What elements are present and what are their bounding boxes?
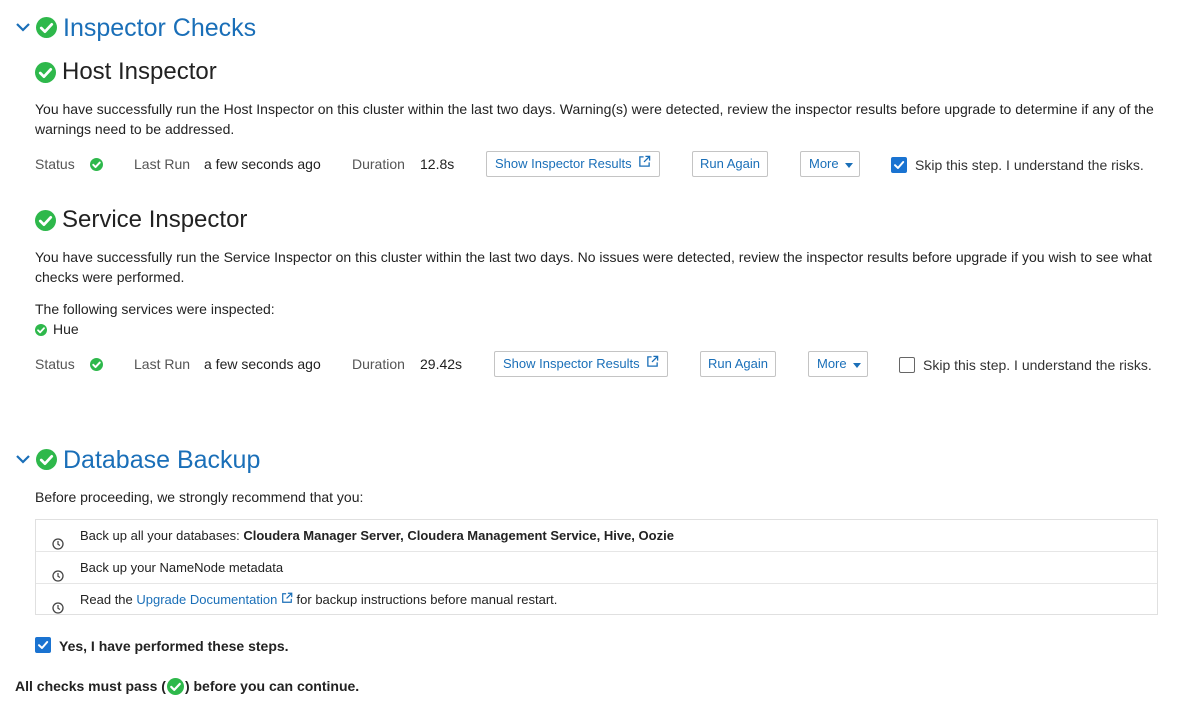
service-more-label: More xyxy=(817,356,847,371)
footer-message: All checks must pass ( ) before you can … xyxy=(15,676,359,696)
services-inspected-intro: The following services were inspected: xyxy=(35,301,275,317)
service-show-inspector-results-button[interactable]: Show Inspector Results xyxy=(494,351,668,377)
service-status-label: Status xyxy=(35,356,75,372)
service-last-run-label: Last Run xyxy=(134,356,191,372)
host-show-inspector-results-label: Show Inspector Results xyxy=(495,156,632,171)
backup-item-1-databases: Cloudera Manager Server, Cloudera Manage… xyxy=(243,528,674,543)
host-last-run-value: a few seconds ago xyxy=(204,156,321,172)
service-inspector-success-icon xyxy=(35,210,56,234)
host-status-success-icon xyxy=(90,158,103,174)
host-run-again-button[interactable]: Run Again xyxy=(692,151,768,177)
backup-confirm-checkbox[interactable] xyxy=(35,637,51,653)
service-show-inspector-results-label: Show Inspector Results xyxy=(503,356,640,371)
inspector-checks-success-icon xyxy=(36,17,57,41)
caret-down-icon xyxy=(852,351,861,377)
database-backup-success-icon xyxy=(36,449,57,473)
host-duration-value: 12.8s xyxy=(420,156,455,172)
host-last-run-label: Last Run xyxy=(134,156,191,172)
backup-recommendations-list: Back up all your databases: Cloudera Man… xyxy=(35,519,1158,615)
host-more-dropdown-button[interactable]: More xyxy=(800,151,860,177)
host-skip-step-checkbox[interactable] xyxy=(891,157,907,173)
service-run-again-button[interactable]: Run Again xyxy=(700,351,776,377)
database-backup-collapse-chevron-icon[interactable] xyxy=(15,451,31,470)
upgrade-documentation-link[interactable]: Upgrade Documentation xyxy=(136,592,293,607)
service-duration-label: Duration xyxy=(352,356,405,372)
host-more-label: More xyxy=(809,156,839,171)
service-skip-step-label[interactable]: Skip this step. I understand the risks. xyxy=(923,355,1152,375)
backup-item-3-suffix: for backup instructions before manual re… xyxy=(292,592,558,607)
host-status-label: Status xyxy=(35,156,75,172)
service-status-success-icon xyxy=(90,358,103,374)
service-duration-value: 29.42s xyxy=(420,356,463,372)
backup-item-2-text: Back up your NameNode metadata xyxy=(80,560,284,575)
external-link-icon xyxy=(638,151,651,177)
checkmark-icon xyxy=(38,641,49,649)
list-item: Read the Upgrade Documentation for backu… xyxy=(36,584,1157,616)
clock-icon xyxy=(52,594,64,626)
caret-down-icon xyxy=(844,151,853,177)
inspector-checks-title[interactable]: Inspector Checks xyxy=(63,13,256,43)
backup-item-3-prefix: Read the xyxy=(80,592,137,607)
service-last-run-value: a few seconds ago xyxy=(204,356,321,372)
backup-item-1-prefix: Back up all your databases: xyxy=(80,528,244,543)
backup-confirm-label[interactable]: Yes, I have performed these steps. xyxy=(59,636,289,656)
external-link-icon xyxy=(282,592,293,603)
host-skip-step-label[interactable]: Skip this step. I understand the risks. xyxy=(915,155,1144,175)
service-hue-success-icon xyxy=(35,323,47,339)
footer-prefix: All checks must pass ( xyxy=(15,678,166,694)
database-backup-title[interactable]: Database Backup xyxy=(63,445,260,475)
service-skip-step-checkbox[interactable] xyxy=(899,357,915,373)
database-backup-intro: Before proceeding, we strongly recommend… xyxy=(35,489,364,505)
host-inspector-title: Host Inspector xyxy=(62,58,217,85)
service-more-dropdown-button[interactable]: More xyxy=(808,351,868,377)
footer-suffix: ) before you can continue. xyxy=(184,678,360,694)
host-inspector-description: You have successfully run the Host Inspe… xyxy=(35,101,1154,137)
list-item: Back up your NameNode metadata xyxy=(36,552,1157,584)
external-link-icon xyxy=(646,351,659,377)
service-inspector-title: Service Inspector xyxy=(62,206,248,233)
checkmark-icon xyxy=(894,161,905,169)
host-duration-label: Duration xyxy=(352,156,405,172)
list-item: Back up all your databases: Cloudera Man… xyxy=(36,520,1157,552)
host-show-inspector-results-button[interactable]: Show Inspector Results xyxy=(486,151,660,177)
footer-success-icon xyxy=(166,677,184,695)
inspector-checks-collapse-chevron-icon[interactable] xyxy=(15,19,31,38)
service-inspector-description: You have successfully run the Service In… xyxy=(35,249,1152,285)
service-hue-label: Hue xyxy=(53,321,79,337)
host-inspector-success-icon xyxy=(35,62,56,86)
